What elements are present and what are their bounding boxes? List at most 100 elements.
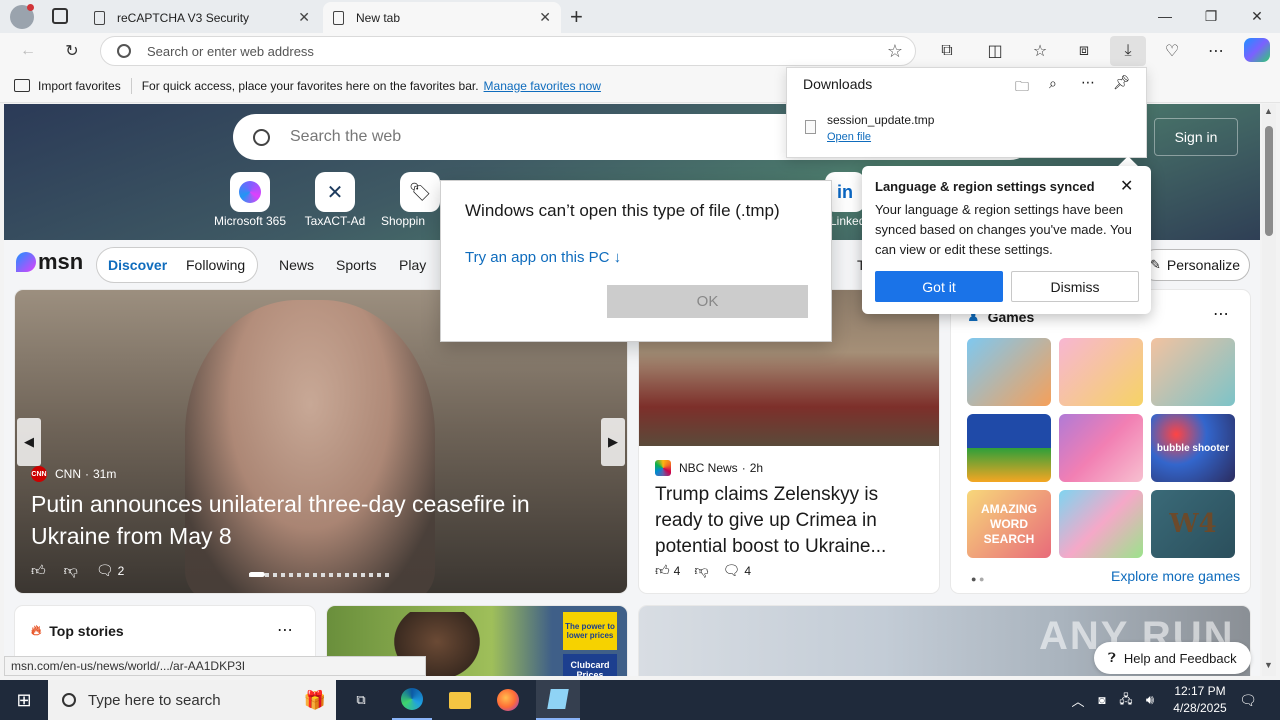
tab-recaptcha[interactable]: reCAPTCHA V3 Security ✕ [84, 2, 320, 33]
game-tile[interactable]: AMAZING WORD SEARCH [967, 490, 1051, 558]
more-icon[interactable]: ⋯ [1202, 38, 1230, 64]
close-window-icon[interactable]: ✕ [1234, 0, 1280, 32]
import-favorites-button[interactable]: Import favorites [38, 79, 121, 93]
tab-actions-icon[interactable] [52, 8, 68, 24]
comment-icon[interactable]: 🗨︎ [723, 562, 741, 579]
show-hidden-icons[interactable]: ︿ [1068, 680, 1088, 720]
shopping-tile[interactable]: 🏷 [400, 172, 440, 212]
open-file-link[interactable]: Open file [827, 131, 871, 143]
game-tile[interactable] [1059, 338, 1143, 406]
nav-sports[interactable]: Sports [336, 257, 376, 273]
tab-discover[interactable]: Discover [108, 257, 167, 273]
refresh-icon[interactable]: ↻ [58, 38, 86, 64]
got-it-button[interactable]: Got it [875, 271, 1003, 302]
task-view-icon[interactable]: ⧉ [344, 680, 378, 720]
story-actions: 👍︎ 4 👎︎ 🗨︎ 4 [655, 562, 751, 579]
explore-games-link[interactable]: Explore more games [1111, 568, 1240, 584]
game-tile[interactable]: bubble shooter [1151, 414, 1235, 482]
close-popup-icon[interactable]: ✕ [1120, 176, 1133, 196]
comment-icon[interactable]: 🗨︎ [96, 562, 114, 579]
meet-now-icon[interactable]: ◙ [1092, 680, 1112, 720]
download-file-name[interactable]: session_update.tmp [827, 113, 934, 127]
games-more-icon[interactable]: ⋯ [1213, 304, 1229, 324]
like-count: 4 [673, 563, 681, 578]
restore-icon[interactable]: ❐ [1188, 0, 1234, 32]
tab-following[interactable]: Following [186, 257, 245, 273]
tab-new[interactable]: New tab ✕ [323, 2, 561, 33]
ok-button[interactable]: OK [607, 285, 808, 318]
source-name: NBC News [679, 461, 738, 475]
sync-settings-popup: Language & region settings synced ✕ Your… [862, 166, 1151, 314]
story-actions: 👍︎ 👎︎ 🗨︎ 2 [31, 562, 124, 579]
collections-icon[interactable]: ⧈ [1070, 38, 1098, 64]
like-icon[interactable]: 👍︎ [655, 562, 670, 579]
taxact-tile[interactable]: ✕ [315, 172, 355, 212]
import-icon[interactable] [14, 79, 30, 92]
page-scrollbar[interactable]: ▲ ▼ [1262, 104, 1276, 676]
games-pager-dots[interactable]: ● ● [971, 574, 984, 584]
manage-favorites-link[interactable]: Manage favorites now [484, 79, 601, 93]
nav-news[interactable]: News [279, 257, 314, 273]
pin-icon[interactable]: 📌︎ [1113, 74, 1131, 91]
story-source: NBC News · 2h [655, 460, 763, 476]
top-stories-more-icon[interactable]: ⋯ [277, 620, 293, 640]
help-label: Help and Feedback [1123, 650, 1237, 666]
search-icon [253, 128, 270, 146]
taskbar-search[interactable]: Type here to search 🎁 [48, 680, 336, 720]
nav-play[interactable]: Play [399, 257, 426, 273]
personalize-button[interactable]: ✎ Personalize [1140, 249, 1250, 281]
close-tab-icon[interactable]: ✕ [539, 9, 551, 26]
performance-icon[interactable]: ♡ [1158, 38, 1186, 64]
microsoft365-tile[interactable] [230, 172, 270, 212]
address-bar[interactable]: Search or enter web address ☆ [100, 36, 916, 66]
favorites-icon[interactable]: ☆ [1026, 38, 1054, 64]
story-headline[interactable]: Trump claims Zelenskyy is ready to give … [655, 482, 927, 560]
notepad-icon[interactable] [536, 680, 580, 720]
copilot-icon[interactable] [1244, 38, 1270, 62]
scroll-thumb[interactable] [1265, 126, 1273, 236]
minimize-icon[interactable]: — [1142, 0, 1188, 32]
scroll-down-arrow[interactable]: ▼ [1264, 660, 1273, 670]
game-tile[interactable] [1151, 338, 1235, 406]
clock-time[interactable]: 12:17 PM [1170, 684, 1230, 698]
try-app-link[interactable]: Try an app on this PC ↓ [465, 249, 621, 266]
search-downloads-icon[interactable]: ⌕ [1049, 75, 1057, 92]
start-icon[interactable]: ⊞ [0, 680, 48, 720]
carousel-dots[interactable] [249, 573, 393, 577]
network-icon[interactable]: 🖧︎ [1116, 680, 1136, 720]
dismiss-button[interactable]: Dismiss [1011, 271, 1139, 302]
like-icon[interactable]: 👍︎ [31, 562, 46, 579]
story-headline[interactable]: Putin announces unilateral three-day cea… [31, 488, 591, 552]
game-tile[interactable] [967, 414, 1051, 482]
close-tab-icon[interactable]: ✕ [298, 9, 310, 26]
split-screen-icon[interactable]: ◫ [981, 38, 1009, 64]
dislike-icon[interactable]: 👎︎ [694, 562, 708, 579]
firefox-icon[interactable] [488, 680, 528, 720]
scroll-up-arrow[interactable]: ▲ [1264, 106, 1273, 116]
downloads-icon[interactable]: ⤓ [1110, 36, 1146, 66]
back-icon[interactable]: ← [14, 38, 42, 64]
notifications-icon[interactable]: 🗨︎ [1236, 680, 1260, 720]
downloads-more-icon[interactable]: ⋯ [1081, 74, 1095, 91]
clock-date[interactable]: 4/28/2025 [1166, 701, 1234, 715]
dislike-icon[interactable]: 👎︎ [64, 562, 78, 579]
msn-logo[interactable]: msn [16, 249, 83, 275]
downloads-panel: Downloads 🗀 ⌕ ⋯ 📌︎ session_update.tmp Op… [786, 67, 1147, 158]
new-tab-icon[interactable]: + [570, 4, 583, 30]
game-tile[interactable] [967, 338, 1051, 406]
game-tile[interactable]: W4 [1151, 490, 1235, 558]
carousel-next-button[interactable]: ▶ [601, 418, 625, 466]
game-tile[interactable] [1059, 414, 1143, 482]
firefox-logo [497, 689, 519, 711]
sign-in-button[interactable]: Sign in [1154, 118, 1238, 156]
favorite-star-icon[interactable]: ☆ [887, 41, 903, 62]
butterfly-icon [16, 252, 36, 272]
game-tile[interactable] [1059, 490, 1143, 558]
file-explorer-icon[interactable] [440, 680, 480, 720]
carousel-prev-button[interactable]: ◀ [17, 418, 41, 466]
help-feedback-button[interactable]: ❓︎ Help and Feedback [1094, 642, 1251, 674]
extensions-icon[interactable]: ⧉ [933, 38, 961, 64]
edge-icon[interactable] [392, 680, 432, 720]
open-folder-icon[interactable]: 🗀 [1015, 76, 1029, 100]
volume-icon[interactable]: 🔊︎ [1140, 680, 1160, 720]
